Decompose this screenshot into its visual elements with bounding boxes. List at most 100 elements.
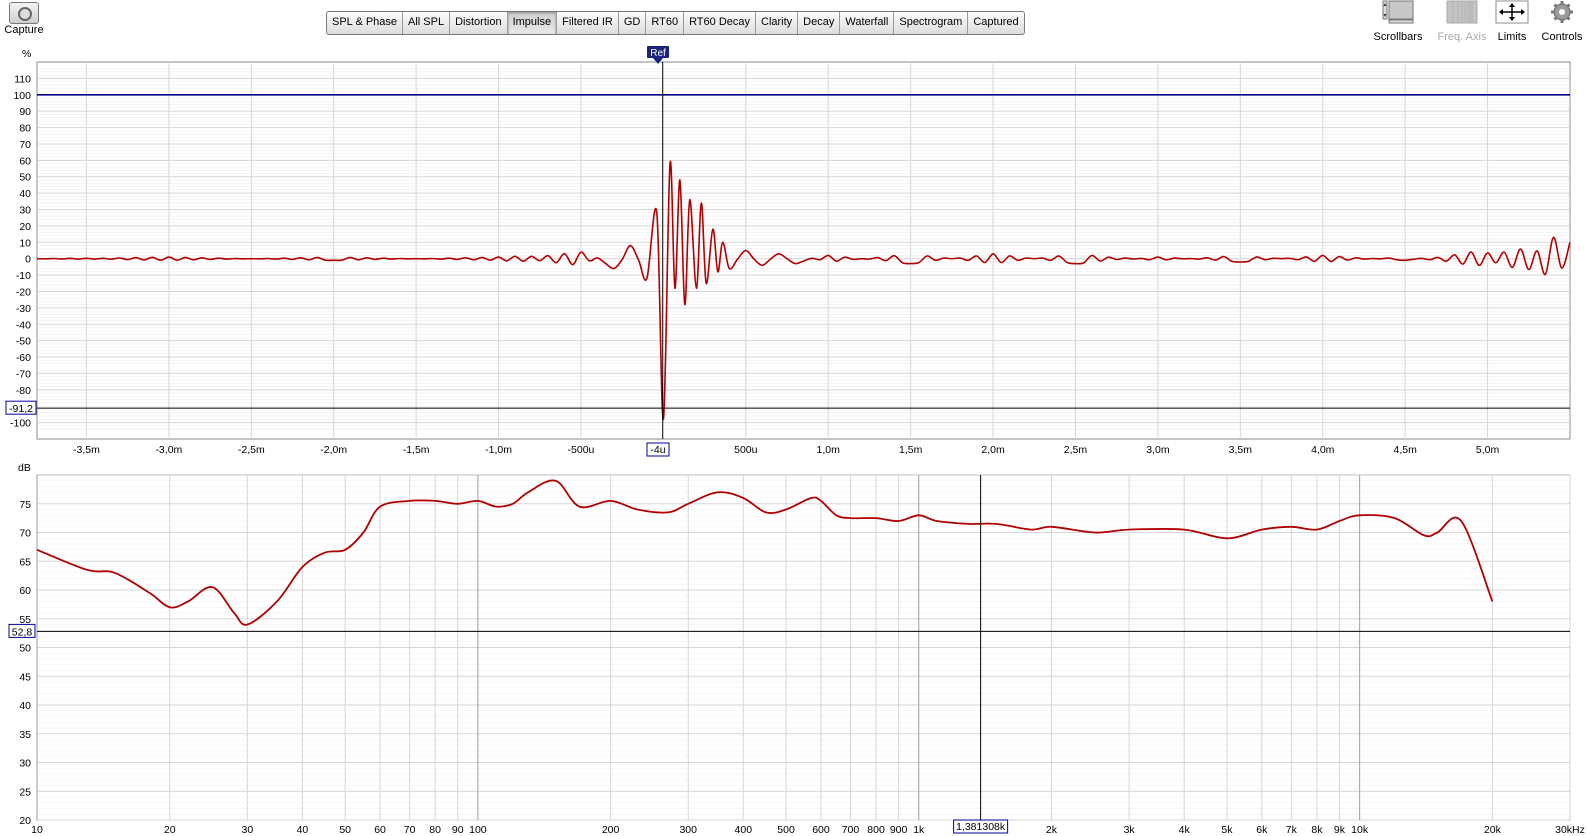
spl-y-tick-label: 75 [19, 499, 31, 511]
impulse-y-tick-label: -60 [16, 352, 31, 364]
impulse-y-tick-label: -40 [16, 319, 31, 331]
impulse-y-tick-label: 110 [14, 73, 31, 85]
impulse-y-tick-label: -30 [16, 303, 31, 315]
impulse-y-tick-label: 20 [19, 221, 31, 233]
ref-marker-label: Ref [650, 48, 666, 59]
impulse-x-tick-label: 4,5m [1393, 444, 1417, 456]
impulse-y-tick-label: 80 [19, 123, 31, 135]
impulse-cursor-y-label: -91,2 [9, 403, 33, 415]
impulse-y-tick-label: -100 [10, 418, 31, 430]
impulse-x-tick-label: -1,5m [403, 444, 430, 456]
impulse-x-tick-label: 2,5m [1064, 444, 1088, 456]
impulse-x-tick-label: -500u [568, 444, 595, 456]
impulse-cursor-x-readout: -4u [646, 442, 670, 457]
spl-x-tick-label: 70 [404, 824, 416, 836]
spl-x-tick-label: 10 [31, 824, 43, 836]
spl-y-tick-label: 50 [19, 643, 31, 655]
spl-y-axis: 757065605550454035302520 [19, 499, 31, 827]
spl-x-tick-label: 300 [679, 824, 697, 836]
spl-y-tick-label: 70 [19, 528, 31, 540]
impulse-x-tick-label: 3,5m [1229, 444, 1253, 456]
impulse-y-tick-label: -50 [16, 336, 31, 348]
spl-y-tick-label: 35 [19, 729, 31, 741]
spl-y-tick-label: 25 [19, 786, 31, 798]
spl-x-tick-label: 80 [429, 824, 441, 836]
impulse-x-tick-label: 2,0m [981, 444, 1005, 456]
spl-x-tick-label: 30kHz [1555, 824, 1585, 836]
impulse-x-axis: -3,5m -3,0m -2,5m -2,0m -1,5m -1,0m -500u 500u 1… [73, 444, 1499, 456]
spl-cursor-y-readout: 52,8 [8, 623, 36, 638]
impulse-y-tick-label: -20 [16, 286, 31, 298]
spl-x-tick-label: 500 [777, 824, 795, 836]
impulse-x-tick-label: -3,0m [155, 444, 182, 456]
spl-y-tick-label: 30 [19, 758, 31, 770]
impulse-y-tick-label: 50 [19, 172, 31, 184]
spl-x-tick-label: 1k [913, 824, 925, 836]
spl-x-tick-label: 20k [1484, 824, 1502, 836]
spl-y-tick-label: 40 [19, 700, 31, 712]
impulse-x-tick-label: -2,5m [238, 444, 265, 456]
spl-x-tick-label: 60 [374, 824, 386, 836]
impulse-y-tick-label: 40 [19, 188, 31, 200]
impulse-y-axis: 1101009080706050403020100-10-20-30-40-50… [10, 73, 31, 429]
spl-grid [36, 474, 1571, 821]
impulse-y-tick-label: 30 [19, 205, 31, 217]
spl-x-tick-label: 10k [1351, 824, 1369, 836]
spl-x-axis: 10 20 30 40 50 60 70 80 90 100 200 300 400 500 600 700 8… [31, 824, 1585, 836]
impulse-cursor-y-readout: -91,2 [5, 400, 37, 415]
impulse-y-tick-label: 10 [19, 237, 31, 249]
impulse-panel[interactable]: 1101009080706050403020100-10-20-30-40-50… [5, 46, 1571, 457]
impulse-y-tick-label: 0 [25, 254, 31, 266]
impulse-x-tick-label: -2,0m [320, 444, 347, 456]
impulse-x-tick-label: 500u [734, 444, 758, 456]
spl-x-tick-label: 600 [812, 824, 830, 836]
impulse-x-tick-label: -3,5m [73, 444, 100, 456]
spl-x-tick-label: 90 [452, 824, 464, 836]
impulse-cursor-x-label: -4u [650, 444, 665, 456]
spl-x-tick-label: 30 [242, 824, 254, 836]
spl-panel[interactable]: 757065605550454035302520 10 20 30 40 50 60 70 8… [8, 462, 1585, 836]
impulse-plot-frame [36, 61, 1571, 440]
impulse-x-tick-label: -1,0m [485, 444, 512, 456]
impulse-x-tick-label: 4,0m [1311, 444, 1335, 456]
spl-x-tick-label: 700 [842, 824, 860, 836]
spl-x-tick-label: 2k [1046, 824, 1058, 836]
spl-cursor-x-label: 1,381308k [956, 821, 1006, 833]
impulse-y-tick-label: 90 [19, 106, 31, 118]
impulse-y-tick-label: -80 [16, 385, 31, 397]
spl-y-unit: dB [18, 462, 31, 474]
spl-y-tick-label: 65 [19, 556, 31, 568]
spl-x-tick-label: 5k [1221, 824, 1233, 836]
spl-x-tick-label: 8k [1311, 824, 1323, 836]
impulse-x-tick-label: 1,5m [899, 444, 923, 456]
ref-marker[interactable]: Ref [647, 46, 669, 64]
spl-x-tick-label: 40 [297, 824, 309, 836]
impulse-x-tick-label: 5,0m [1476, 444, 1500, 456]
spl-x-tick-label: 900 [890, 824, 908, 836]
impulse-x-tick-label: 1,0m [817, 444, 841, 456]
impulse-x-tick-label: 3,0m [1146, 444, 1170, 456]
spl-cursor-x-readout: 1,381308k [953, 819, 1009, 834]
spl-y-tick-label: 20 [19, 815, 31, 827]
spl-x-tick-label: 200 [602, 824, 620, 836]
spl-x-tick-label: 7k [1286, 824, 1298, 836]
impulse-y-tick-label: 70 [19, 139, 31, 151]
spl-x-tick-label: 400 [735, 824, 753, 836]
spl-x-tick-label: 3k [1124, 824, 1136, 836]
spl-x-tick-label: 50 [339, 824, 351, 836]
spl-x-tick-label: 20 [164, 824, 176, 836]
spl-x-tick-label: 800 [867, 824, 885, 836]
impulse-y-tick-label: 60 [19, 155, 31, 167]
spl-x-tick-label: 100 [469, 824, 487, 836]
spl-y-tick-label: 45 [19, 671, 31, 683]
impulse-y-tick-label: -10 [16, 270, 31, 282]
spl-y-tick-label: 60 [19, 585, 31, 597]
impulse-y-tick-label: -70 [16, 368, 31, 380]
impulse-y-tick-label: 100 [13, 90, 31, 102]
graph-area[interactable]: 1101009080706050403020100-10-20-30-40-50… [0, 0, 1587, 836]
impulse-y-unit: % [22, 48, 31, 60]
spl-cursor-y-label: 52,8 [12, 626, 33, 638]
spl-x-tick-label: 6k [1256, 824, 1268, 836]
spl-x-tick-label: 4k [1179, 824, 1191, 836]
spl-x-tick-label: 9k [1334, 824, 1346, 836]
